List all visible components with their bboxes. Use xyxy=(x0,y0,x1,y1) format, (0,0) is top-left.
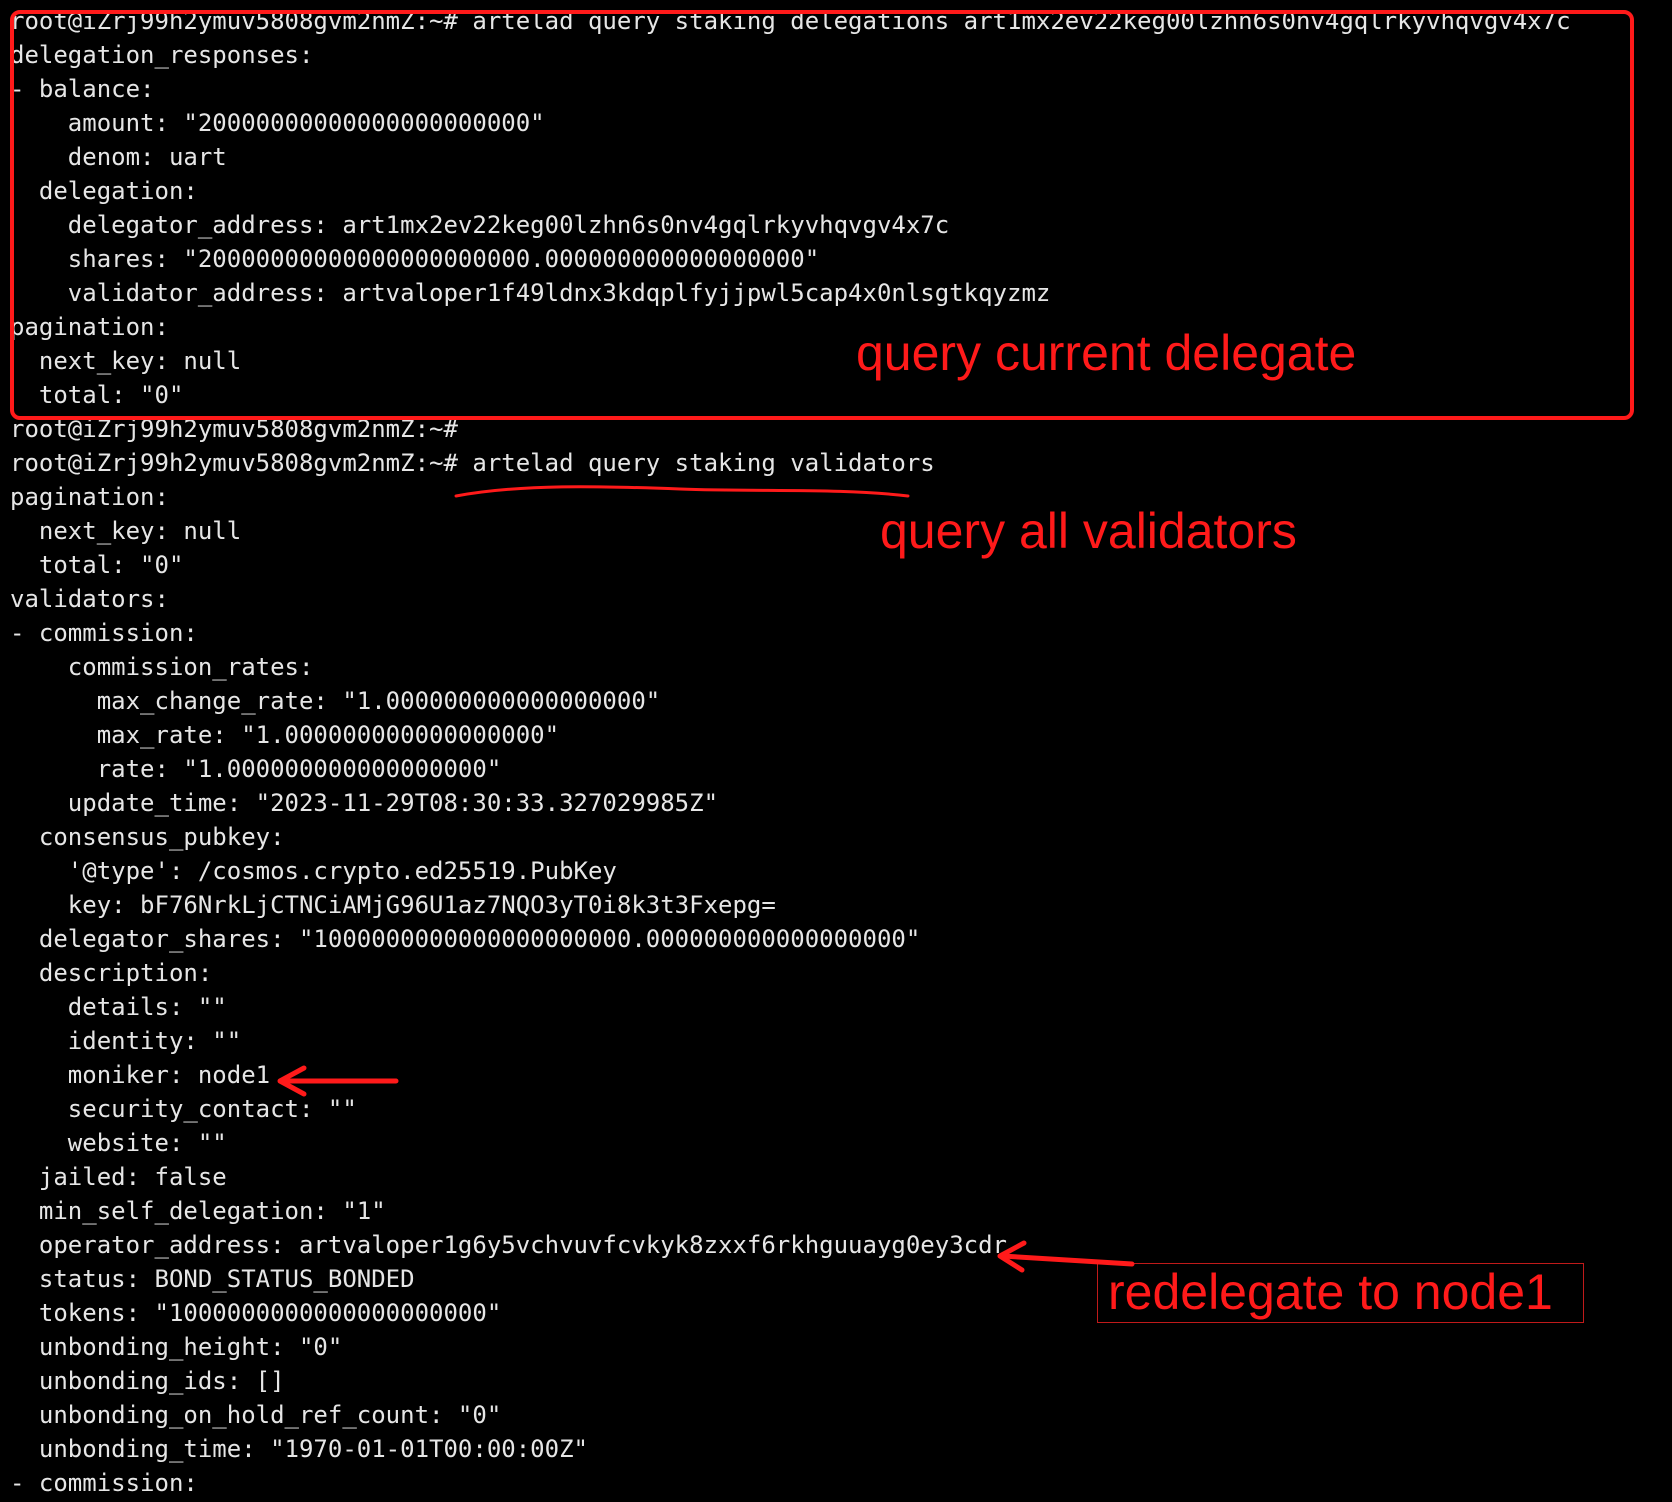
terminal-line: update_time: "2023-11-29T08:30:33.327029… xyxy=(10,789,719,817)
terminal-line: '@type': /cosmos.crypto.ed25519.PubKey xyxy=(10,857,617,885)
terminal-line: details: "" xyxy=(10,993,227,1021)
terminal-line: rate: "1.000000000000000000" xyxy=(10,755,502,783)
terminal-line: validators: xyxy=(10,585,169,613)
terminal-line: unbonding_height: "0" xyxy=(10,1333,343,1361)
terminal-line: unbonding_on_hold_ref_count: "0" xyxy=(10,1401,502,1429)
terminal-line: total: "0" xyxy=(10,551,184,579)
annotation-redelegate-to-node1: redelegate to node1 xyxy=(1108,1264,1553,1320)
terminal-line: root@iZrj99h2ymuv5808gvm2nmZ:~# artelad … xyxy=(10,449,935,477)
terminal-line: min_self_delegation: "1" xyxy=(10,1197,386,1225)
terminal-line: next_key: null xyxy=(10,517,242,545)
annotation-query-current-delegate: query current delegate xyxy=(856,325,1357,381)
terminal-line: website: "" xyxy=(10,1129,227,1157)
terminal-line: pagination: xyxy=(10,483,169,511)
terminal-line: jailed: false xyxy=(10,1163,227,1191)
terminal-line: delegator_shares: "100000000000000000000… xyxy=(10,925,921,953)
terminal-line: operator_address: artvaloper1g6y5vchvuvf… xyxy=(10,1231,1007,1259)
terminal-line: unbonding_time: "1970-01-01T00:00:00Z" xyxy=(10,1435,588,1463)
terminal-line: max_change_rate: "1.000000000000000000" xyxy=(10,687,661,715)
terminal-line: key: bF76NrkLjCTNCiAMjG96U1az7NQO3yT0i8k… xyxy=(10,891,776,919)
terminal-line: identity: "" xyxy=(10,1027,242,1055)
terminal-line: moniker: node1 xyxy=(10,1061,271,1089)
terminal-line: unbonding_ids: [] xyxy=(10,1367,285,1395)
terminal-line: - commission: xyxy=(10,1469,198,1497)
terminal-line: - commission: xyxy=(10,619,198,647)
current-delegate-highlight-box xyxy=(10,10,1634,420)
terminal-line: commission_rates: xyxy=(10,653,314,681)
annotation-query-all-validators: query all validators xyxy=(880,503,1297,559)
terminal-line: description: xyxy=(10,959,213,987)
terminal-line: consensus_pubkey: xyxy=(10,823,285,851)
terminal-line: security_contact: "" xyxy=(10,1095,357,1123)
terminal-window[interactable]: root@iZrj99h2ymuv5808gvm2nmZ:~# artelad … xyxy=(0,0,1672,1502)
terminal-line: max_rate: "1.000000000000000000" xyxy=(10,721,560,749)
